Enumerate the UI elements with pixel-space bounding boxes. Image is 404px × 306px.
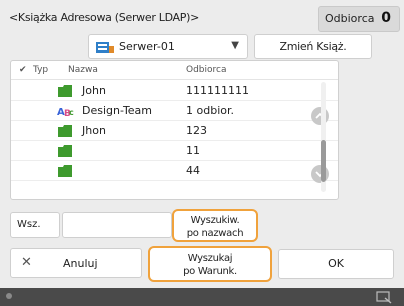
chevron-down-icon: ▼ — [231, 40, 239, 51]
cancel-button[interactable]: ✕ Anuluj — [10, 248, 142, 278]
ok-button[interactable]: OK — [278, 249, 394, 279]
scroll-down-button[interactable] — [311, 165, 329, 183]
item-destination: 44 — [186, 164, 200, 177]
list-item[interactable]: 11 — [11, 141, 338, 161]
list-item[interactable]: John 111111111 — [11, 81, 338, 101]
list-item[interactable]: A B c Design-Team 1 odbior. — [11, 101, 338, 121]
folder-icon — [57, 144, 73, 158]
change-address-book-button[interactable]: Zmień Książ. Adresową — [254, 34, 372, 76]
search-by-condition-line2: po Warunk. — [183, 266, 237, 277]
status-monitor-icon[interactable] — [376, 290, 392, 306]
list-header: ✔ Typ Nazwa Odbiorca — [11, 61, 338, 80]
search-by-condition-line1: Wyszukaj — [187, 253, 233, 264]
list-item[interactable]: Jhon 123 — [11, 121, 338, 141]
server-select[interactable]: Serwer-01 ▼ — [88, 34, 248, 59]
column-type[interactable]: Typ — [33, 65, 48, 75]
folder-icon — [57, 84, 73, 98]
cancel-label: Anuluj — [63, 257, 98, 270]
item-destination: 1 odbior. — [186, 104, 234, 117]
address-list: ✔ Typ Nazwa Odbiorca John 111111111 A B … — [10, 60, 339, 200]
item-destination: 111111111 — [186, 84, 249, 97]
status-bar — [0, 288, 404, 306]
search-by-name-line2: po nazwach — [186, 228, 244, 239]
svg-text:c: c — [69, 108, 74, 117]
search-filter-label: Wsz. — [10, 212, 60, 238]
item-name: Jhon — [82, 124, 106, 137]
folder-icon — [57, 164, 73, 178]
recipients-counter: Odbiorca 0 — [318, 6, 400, 32]
scrollbar-thumb[interactable] — [321, 140, 326, 182]
server-icon — [95, 40, 115, 55]
status-dot-icon — [6, 293, 12, 299]
search-by-name-button[interactable]: Wyszukiw. po nazwach — [172, 209, 258, 242]
server-label: Serwer-01 — [119, 40, 175, 53]
search-by-condition-button[interactable]: Wyszukaj po Warunk. — [148, 246, 272, 282]
item-destination: 11 — [186, 144, 200, 157]
column-name[interactable]: Nazwa — [68, 65, 98, 75]
item-name: John — [82, 84, 106, 97]
page-title: <Książka Adresowa (Serwer LDAP)> — [9, 11, 200, 24]
list-item[interactable]: 44 — [11, 161, 338, 181]
scrollbar[interactable] — [321, 82, 326, 192]
folder-icon — [57, 124, 73, 138]
search-input[interactable] — [62, 212, 172, 238]
close-icon: ✕ — [21, 255, 32, 270]
item-name: Design-Team — [82, 104, 153, 117]
group-icon: A B c — [57, 104, 74, 119]
recipients-label: Odbiorca — [325, 12, 375, 25]
column-destination[interactable]: Odbiorca — [186, 65, 226, 75]
scroll-up-button[interactable] — [311, 107, 329, 125]
checkmark-icon: ✔ — [19, 65, 27, 75]
item-destination: 123 — [186, 124, 207, 137]
recipients-count: 0 — [381, 10, 391, 26]
search-by-name-line1: Wyszukiw. — [190, 215, 240, 226]
